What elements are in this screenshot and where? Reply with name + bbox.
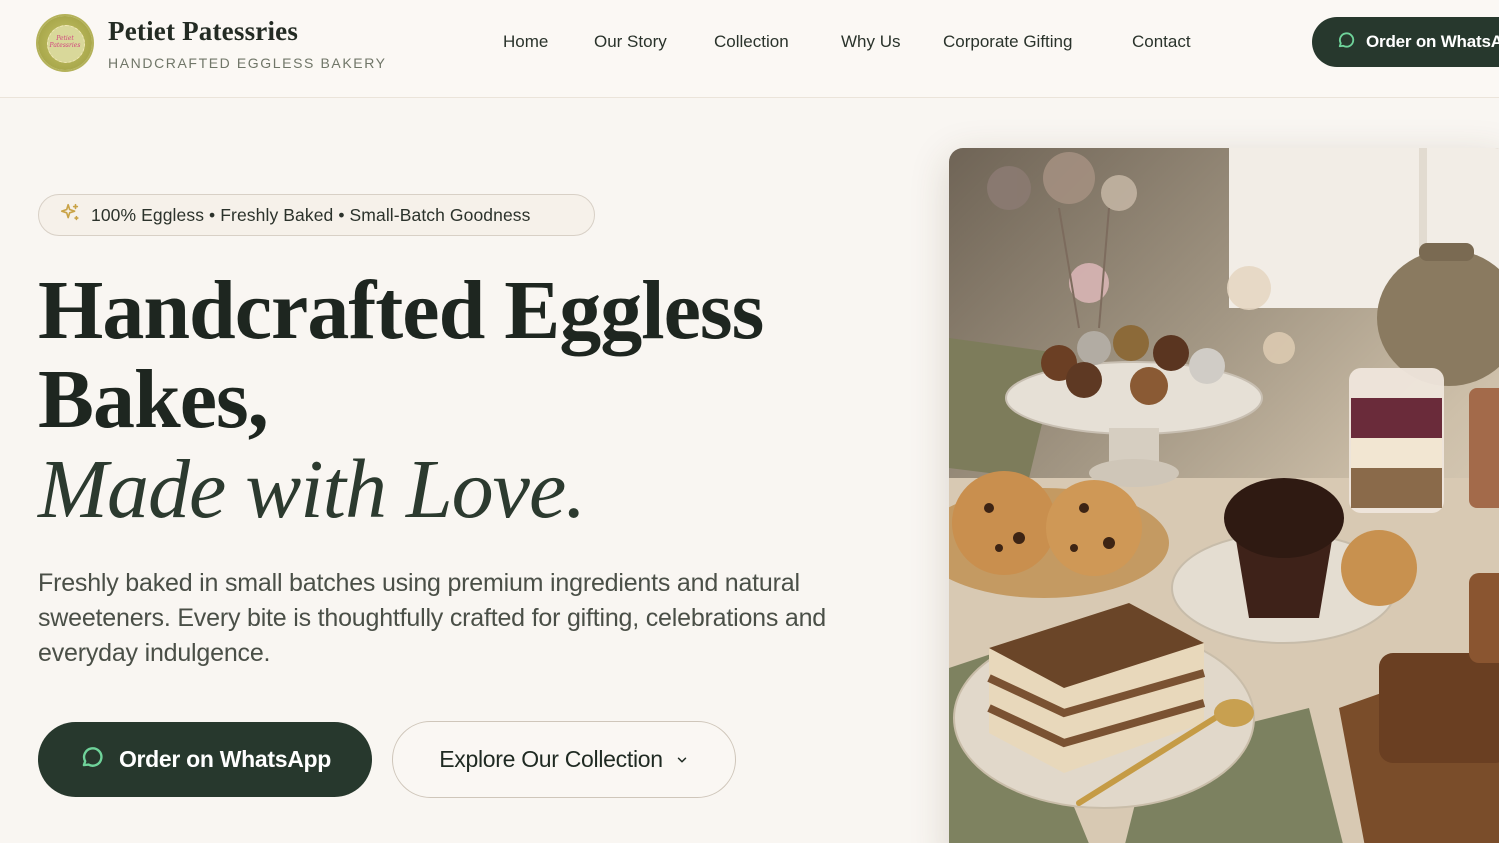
nav-contact[interactable]: Contact [1132, 32, 1191, 52]
hero-description: Freshly baked in small batches using pre… [38, 569, 827, 667]
logo-text: Petiet Patessries [49, 35, 81, 49]
hero-headline-line3: Made with Love. [38, 443, 586, 536]
feature-pill-text: 100% Eggless • Freshly Baked • Small-Bat… [91, 204, 531, 225]
brand-logo[interactable]: Petiet Patessries [38, 16, 92, 70]
header-order-label: Order on WhatsApp [1366, 32, 1499, 51]
brand-tagline: HANDCRAFTED EGGLESS BAKERY [108, 55, 387, 71]
hero-bakery-image [949, 148, 1499, 843]
feature-pill: 100% Eggless • Freshly Baked • Small-Bat… [38, 194, 595, 236]
site-header: Petiet Patessries Petiet Patessries HAND… [0, 0, 1499, 98]
header-order-whatsapp-button[interactable]: Order on WhatsApp [1312, 17, 1499, 67]
chat-bubble-icon [1336, 30, 1356, 55]
explore-collection-button[interactable]: Explore Our Collection [392, 721, 736, 798]
hero-headline-line2: Bakes, [38, 353, 269, 446]
nav-why-us[interactable]: Why Us [841, 32, 901, 52]
chat-bubble-icon [79, 744, 105, 776]
sparkle-icon [59, 202, 81, 229]
nav-collection[interactable]: Collection [714, 32, 789, 52]
order-whatsapp-label: Order on WhatsApp [118, 746, 332, 772]
explore-collection-label: Explore Our Collection [439, 746, 663, 772]
nav-home[interactable]: Home [503, 32, 548, 52]
bakery-illustration [949, 148, 1499, 843]
hero-headline-line1: Handcrafted Eggless [38, 264, 764, 357]
nav-our-story[interactable]: Our Story [594, 32, 667, 52]
brand-name[interactable]: Petiet Patessries [108, 16, 298, 47]
order-whatsapp-button[interactable]: Order on WhatsApp [38, 722, 372, 797]
nav-corporate-gifting[interactable]: Corporate Gifting [943, 32, 1072, 52]
chevron-down-icon [675, 746, 689, 773]
